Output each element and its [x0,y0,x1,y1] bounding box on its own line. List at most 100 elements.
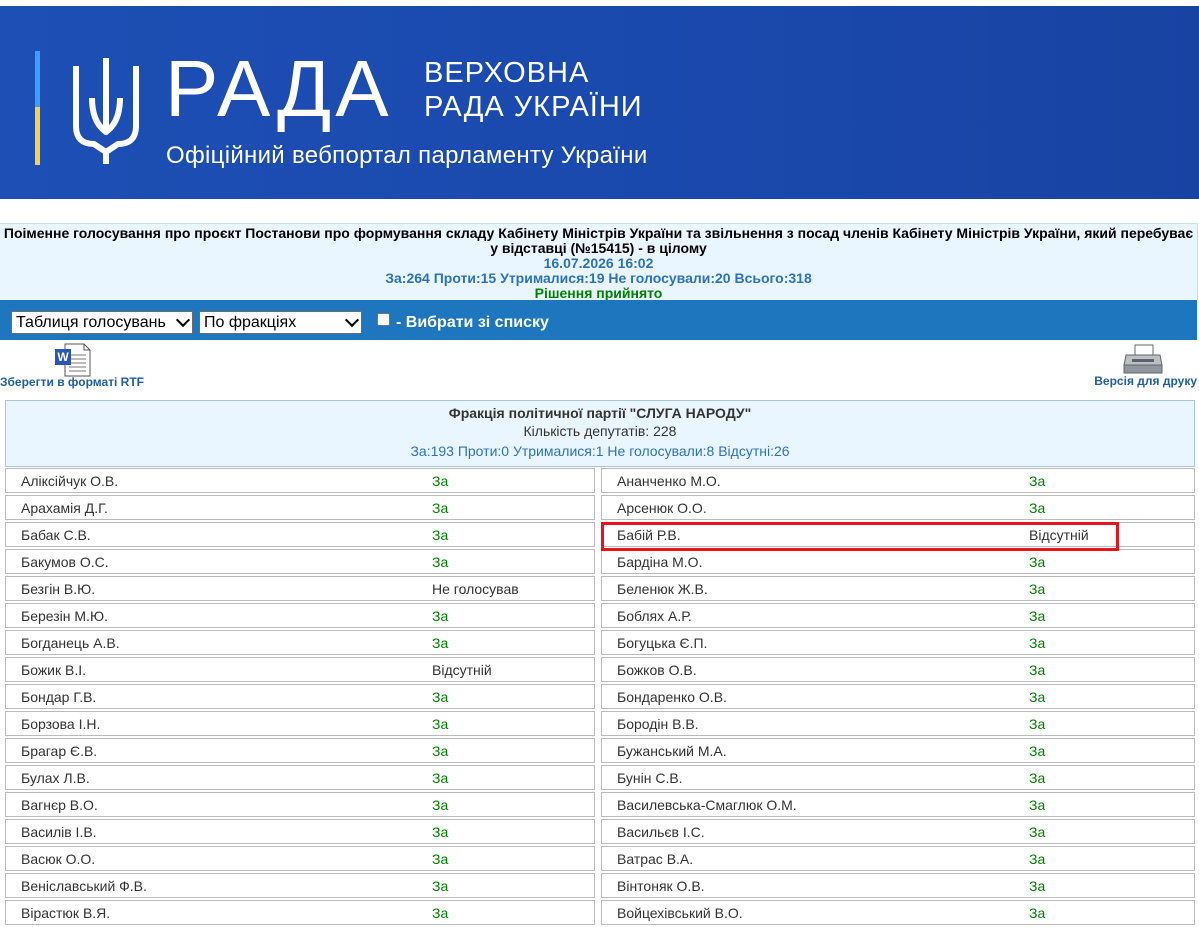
deputy-cell: Безгін В.Ю. Не голосував [5,576,595,601]
trident-logo-icon[interactable] [70,52,142,168]
deputy-name: Вінтоняк О.В. [617,878,705,894]
deputy-cell: Бондаренко О.В. За [601,684,1195,709]
deputy-cell: Василевська-Смаглюк О.М. За [601,792,1195,817]
deputy-vote: За [1029,824,1046,840]
deputy-name: Березін М.Ю. [21,608,108,624]
select-from-list-label[interactable]: - Вибрати зі списку [396,314,549,332]
deputy-vote: За [432,797,449,813]
table-row: Безгін В.Ю. Не голосував Беленюк Ж.В. За [5,576,1195,603]
deputy-vote: За [1029,743,1046,759]
deputy-name: Васильєв І.С. [617,824,705,840]
logo-line-1: ВЕРХОВНА [424,57,590,89]
deputy-vote: За [1029,770,1046,786]
deputy-vote: За [1029,878,1046,894]
vote-datetime: 16.07.2026 16:02 [543,255,654,271]
word-document-icon[interactable]: W [55,343,91,377]
vote-title: Поіменне голосування про проєкт Постанов… [3,225,1194,256]
deputy-vote: За [1029,662,1046,678]
faction-title: Фракція політичної партії "СЛУГА НАРОДУ" [448,405,752,421]
deputy-cell: Бондар Г.В. За [5,684,595,709]
faction-count: Кількість депутатів: 228 [523,423,677,439]
deputy-name: Богуцька Є.П. [617,635,708,651]
deputy-vote: За [432,743,449,759]
toolbar: Таблиця голосувань По фракціях [0,300,1197,340]
deputy-vote: За [432,689,449,705]
deputy-vote: За [432,716,449,732]
deputy-cell: Бабій Р.В. Відсутній [601,522,1195,547]
deputy-name: Божик В.І. [21,662,87,678]
deputy-name: Бардіна М.О. [617,554,703,570]
deputy-vote: За [1029,581,1046,597]
save-rtf-link[interactable]: Зберегти в форматі RTF [0,375,144,389]
deputy-name: Булах Л.В. [21,770,90,786]
deputy-vote: За [1029,473,1046,489]
deputy-name: Вірастюк В.Я. [21,905,111,921]
deputy-vote: За [432,851,449,867]
deputy-cell: Божков О.В. За [601,657,1195,682]
deputy-vote: Відсутній [1029,527,1089,543]
deputy-cell: Брагар Є.В. За [5,738,595,763]
deputy-cell: Вінтоняк О.В. За [601,873,1195,898]
deputy-cell: Васюк О.О. За [5,846,595,871]
deputy-cell: Васильєв І.С. За [601,819,1195,844]
table-row: Бабак С.В. За Бабій Р.В. Відсутній [5,522,1195,549]
deputy-vote: За [1029,500,1046,516]
deputy-vote: За [1029,635,1046,651]
deputy-cell: Божик В.І. Відсутній [5,657,595,682]
deputy-cell: Веніславський Ф.В. За [5,873,595,898]
deputy-vote: За [1029,851,1046,867]
deputy-cell: Арахамія Д.Г. За [5,495,595,520]
deputy-vote: За [1029,554,1046,570]
deputy-cell: Бужанський М.А. За [601,738,1195,763]
print-version-link[interactable]: Версія для друку [1094,374,1197,388]
deputy-name: Брагар Є.В. [21,743,98,759]
deputy-vote: За [432,473,449,489]
table-row: Борзова І.Н. За Бородін В.В. За [5,711,1195,738]
logo-text[interactable]: РАДА [165,44,393,134]
deputy-name: Беленюк Ж.В. [617,581,708,597]
deputy-cell: Вагнєр В.О. За [5,792,595,817]
table-row: Березін М.Ю. За Боблях А.Р. За [5,603,1195,630]
deputy-vote: За [1029,905,1046,921]
deputy-cell: Вірастюк В.Я. За [5,900,595,925]
table-row: Бондар Г.В. За Бондаренко О.В. За [5,684,1195,711]
printer-icon[interactable] [1123,343,1163,375]
deputy-name: Войцехівський В.О. [617,905,743,921]
deputy-vote: Не голосував [432,581,519,597]
group-select[interactable]: По фракціях [199,311,362,334]
chevron-down-icon [344,312,360,328]
vote-result: Рішення прийнято [534,285,663,301]
deputy-cell: Войцехівський В.О. За [601,900,1195,925]
deputy-cell: Бородін В.В. За [601,711,1195,736]
table-row: Веніславський Ф.В. За Вінтоняк О.В. За [5,873,1195,900]
deputy-name: Бабій Р.В. [617,527,681,543]
deputy-cell: Бардіна М.О. За [601,549,1195,574]
deputy-cell: Беленюк Ж.В. За [601,576,1195,601]
portal-subtitle: Офіційний вебпортал парламенту України [166,142,648,169]
deputy-vote: За [432,635,449,651]
deputy-name: Василів І.В. [21,824,97,840]
table-row: Арахамія Д.Г. За Арсенюк О.О. За [5,495,1195,522]
deputy-vote: За [432,554,449,570]
svg-text:W: W [57,350,69,364]
deputy-cell: Ананченко М.О. За [601,468,1195,493]
deputy-name: Василевська-Смаглюк О.М. [617,797,797,813]
deputy-cell: Бакумов О.С. За [5,549,595,574]
table-row: Аліксійчук О.В. За Ананченко М.О. За [5,468,1195,495]
logo-subtitle: ВЕРХОВНА РАДА УКРАЇНИ [424,56,643,124]
view-select[interactable]: Таблиця голосувань [11,311,193,334]
deputy-name: Арсенюк О.О. [617,500,707,516]
faction-totals: За:193 Проти:0 Утрималися:1 Не голосувал… [410,443,790,459]
deputy-cell: Березін М.Ю. За [5,603,595,628]
deputy-name: Бабак С.В. [21,527,91,543]
select-from-list-checkbox[interactable] [377,313,390,326]
flag-stripe [35,51,40,165]
deputy-name: Ананченко М.О. [617,473,721,489]
deputy-cell: Василів І.В. За [5,819,595,844]
deputy-cell: Аліксійчук О.В. За [5,468,595,493]
deputy-name: Бужанський М.А. [617,743,727,759]
deputy-vote: Відсутній [432,662,492,678]
deputy-cell: Богуцька Є.П. За [601,630,1195,655]
site-header-banner: РАДА ВЕРХОВНА РАДА УКРАЇНИ Офіційний веб… [0,6,1199,199]
deputy-cell: Борзова І.Н. За [5,711,595,736]
